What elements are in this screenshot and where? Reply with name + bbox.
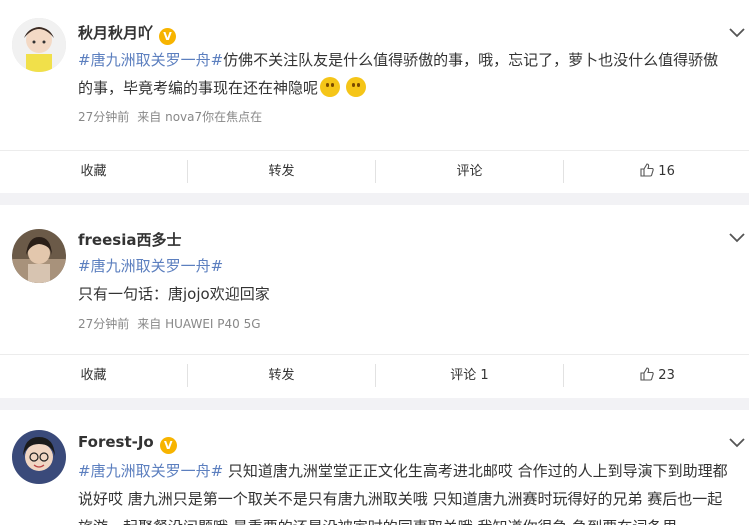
avatar[interactable] (12, 229, 66, 283)
like-button[interactable]: 23 (564, 355, 749, 396)
fav-button[interactable]: 收藏 (0, 355, 187, 396)
comment-button[interactable]: 评论 1 (376, 355, 563, 396)
like-count: 16 (658, 164, 675, 179)
thumbs-up-icon (640, 367, 654, 381)
username[interactable]: Forest-Jo V (78, 433, 177, 454)
weibo-post-2: freesia西多士 #唐九洲取关罗一舟# 只有一句话：唐jojo欢迎回家 27… (0, 205, 749, 398)
post-meta: 27分钟前 来自 HUAWEI P40 5G (78, 315, 269, 332)
fav-button[interactable]: 收藏 (0, 151, 187, 192)
username[interactable]: 秋月秋月吖 V (78, 22, 177, 45)
verified-icon: V (159, 437, 177, 454)
post-text: #唐九洲取关罗一舟# 只有一句话：唐jojo欢迎回家 (78, 257, 270, 303)
source: 来自 HUAWEI P40 5G (137, 317, 261, 331)
topic-tag[interactable]: #唐九洲取关罗一舟# (78, 51, 223, 69)
source: 来自 nova7你在焦点在 (137, 110, 263, 124)
username[interactable]: freesia西多士 (78, 229, 181, 250)
thumbs-up-icon (640, 163, 654, 177)
action-bar: 收藏 转发 评论 1 23 (0, 354, 749, 396)
verified-icon: V (159, 28, 177, 45)
emoji-icon (320, 77, 341, 97)
repost-button[interactable]: 转发 (188, 355, 375, 396)
timestamp[interactable]: 27分钟前 (78, 317, 129, 331)
avatar[interactable] (12, 18, 66, 72)
action-bar: 收藏 转发 评论 16 (0, 150, 749, 192)
post-text: #唐九洲取关罗一舟# 只知道唐九洲堂堂正正文化生高考进北邮哎 合作过的人上到导演… (78, 462, 728, 525)
post-text: #唐九洲取关罗一舟#仿佛不关注队友是什么值得骄傲的事，哦，忘记了，萝卜也没什么值… (78, 51, 719, 97)
timestamp[interactable]: 27分钟前 (78, 110, 129, 124)
comment-button[interactable]: 评论 (376, 151, 563, 192)
emoji-icon (346, 77, 367, 97)
weibo-post-1: 秋月秋月吖 V #唐九洲取关罗一舟#仿佛不关注队友是什么值得骄傲的事，哦，忘记了，… (0, 0, 749, 193)
chevron-down-icon[interactable] (729, 28, 745, 38)
post-meta: 27分钟前 来自 nova7你在焦点在 (78, 108, 270, 125)
chevron-down-icon[interactable] (729, 233, 745, 243)
repost-button[interactable]: 转发 (188, 151, 375, 192)
like-button[interactable]: 16 (564, 151, 749, 192)
like-count: 23 (658, 368, 675, 383)
avatar[interactable] (12, 430, 66, 484)
weibo-post-3: Forest-Jo V #唐九洲取关罗一舟# 只知道唐九洲堂堂正正文化生高考进北邮… (0, 410, 749, 525)
topic-tag[interactable]: #唐九洲取关罗一舟# (78, 462, 223, 480)
chevron-down-icon[interactable] (729, 438, 745, 448)
topic-tag[interactable]: #唐九洲取关罗一舟# (78, 257, 223, 275)
